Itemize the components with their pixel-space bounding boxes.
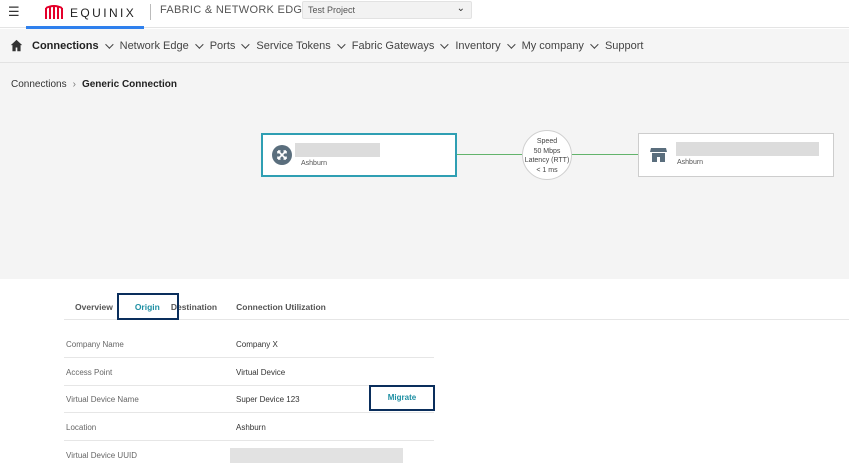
z-side-name-redacted	[676, 142, 819, 156]
chevron-right-icon: ›	[72, 79, 76, 90]
chevron-down-icon	[194, 39, 204, 49]
chevron-down-icon	[506, 39, 516, 49]
nav-support-label: Support	[604, 39, 644, 52]
nav-service-tokens-label: Service Tokens	[256, 39, 331, 52]
tab-focus-highlight	[117, 293, 179, 320]
equinix-mark-icon	[45, 5, 63, 19]
z-side-location: Ashburn	[677, 159, 704, 166]
hamburger-icon[interactable]: ☰	[8, 5, 20, 20]
nav-my-company[interactable]: My company	[521, 39, 599, 52]
breadcrumb-current: Generic Connection	[81, 79, 177, 90]
nav-fabric-gateways-label: Fabric Gateways	[351, 39, 435, 52]
nav-network-edge[interactable]: Network Edge	[119, 39, 204, 52]
detail-value: Virtual Device	[236, 368, 286, 377]
detail-value: Ashburn	[236, 423, 266, 432]
chevron-down-icon	[336, 39, 346, 49]
home-icon[interactable]	[10, 39, 23, 52]
a-side-location: Ashburn	[301, 160, 328, 167]
virtual-device-icon	[272, 145, 292, 165]
nav-network-edge-label: Network Edge	[119, 39, 189, 52]
detail-key: Access Point	[66, 368, 113, 377]
latency-label: Latency (RTT)	[524, 157, 570, 164]
logo-text: EQUINIX	[70, 6, 137, 20]
z-side-node[interactable]: Ashburn	[638, 133, 834, 177]
project-selector[interactable]: Test Project ⌄	[302, 1, 472, 19]
breadcrumb: Connections › Generic Connection	[11, 79, 177, 90]
detail-key: Company Name	[66, 340, 124, 349]
main-nav: Connections Network Edge Ports Service T…	[0, 29, 849, 63]
connection-diagram: Connections › Generic Connection Ashburn…	[0, 63, 849, 279]
nav-ports[interactable]: Ports	[209, 39, 251, 52]
tab-overview[interactable]: Overview	[64, 294, 124, 320]
detail-row-location: Location Ashburn	[64, 413, 434, 441]
tab-connection-utilization[interactable]: Connection Utilization	[228, 294, 337, 320]
header-divider	[150, 4, 151, 20]
tab-destination[interactable]: Destination	[171, 294, 228, 320]
a-side-name-redacted	[295, 143, 380, 157]
nav-inventory-label: Inventory	[455, 39, 501, 52]
nav-my-company-label: My company	[521, 39, 584, 52]
chevron-down-icon: ⌄	[456, 3, 465, 14]
nav-connections-label: Connections	[32, 39, 99, 52]
product-name: FABRIC & NETWORK EDGE	[160, 4, 310, 16]
nav-support[interactable]: Support	[605, 40, 644, 52]
chevron-down-icon	[104, 39, 114, 49]
top-bar: ☰ EQUINIX FABRIC & NETWORK EDGE Test Pro…	[0, 0, 849, 29]
detail-row-company-name: Company Name Company X	[64, 330, 434, 358]
nav-service-tokens[interactable]: Service Tokens	[256, 39, 346, 52]
nav-fabric-gateways[interactable]: Fabric Gateways	[351, 39, 449, 52]
chevron-down-icon	[440, 39, 449, 49]
connection-link-right	[572, 154, 638, 155]
breadcrumb-parent[interactable]: Connections	[11, 79, 67, 90]
connection-metrics: Speed 50 Mbps Latency (RTT) < 1 ms	[522, 130, 572, 180]
detail-key: Virtual Device Name	[66, 395, 139, 404]
storefront-icon	[650, 148, 667, 162]
nav-connections[interactable]: Connections	[32, 39, 114, 52]
speed-label: Speed	[536, 138, 558, 145]
detail-value: Company X	[236, 340, 278, 349]
connection-link-left	[457, 154, 522, 155]
detail-tabs: Overview Origin Destination Connection U…	[64, 294, 337, 320]
detail-value: Super Device 123	[236, 395, 300, 404]
speed-value: 50 Mbps	[533, 147, 561, 155]
detail-row-access-point: Access Point Virtual Device	[64, 358, 434, 386]
detail-key: Virtual Device UUID	[66, 451, 137, 460]
migrate-button[interactable]: Migrate	[369, 385, 435, 411]
latency-value: < 1 ms	[536, 166, 558, 174]
nav-inventory[interactable]: Inventory	[455, 39, 516, 52]
tabs-divider	[64, 319, 849, 320]
project-selector-value: Test Project	[308, 5, 356, 15]
uuid-redacted	[230, 448, 403, 463]
chevron-down-icon	[590, 39, 599, 49]
detail-key: Location	[66, 423, 97, 432]
nav-ports-label: Ports	[209, 39, 236, 52]
chevron-down-icon	[241, 39, 251, 49]
a-side-node[interactable]: Ashburn	[261, 133, 457, 177]
equinix-logo[interactable]: EQUINIX	[44, 3, 136, 23]
